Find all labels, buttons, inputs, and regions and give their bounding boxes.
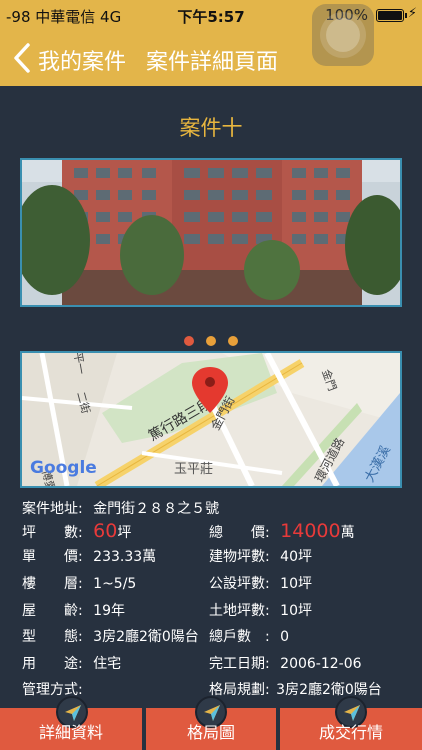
completed-label: 完工日期: [209,656,270,672]
floor-row: 樓 層: 1~5/5 [22,573,136,595]
building-photo[interactable] [22,160,400,305]
type-value: 3房2廳2衛0陽台 [93,629,199,645]
building-ping-label: 建物坪數: [209,549,270,565]
frame-corner-icon [387,473,400,486]
ping-label: 坪 數: [22,525,83,541]
assistive-touch-button[interactable] [312,4,374,66]
frame-corner-icon [22,353,35,366]
frame-corner-icon [387,160,400,173]
frame-corner-icon [22,473,35,486]
ping-value: 60 [93,520,118,542]
total-price-label: 總 價: [209,525,270,541]
building-ping-value: 40坪 [280,549,312,565]
unit-price-label: 單 價: [22,549,83,565]
tab-details[interactable]: 詳細資料 [0,696,142,750]
public-ping-label: 公設坪數: [209,576,270,592]
households-value: 0 [280,629,290,645]
back-button[interactable]: 我的案件 [38,44,126,76]
unit-price-row: 單 價: 233.33萬 [22,546,156,568]
completed-value: 2006-12-06 [280,656,362,672]
total-price-value: 14000 [280,520,341,542]
location-map[interactable]: 篤行路三段 金門街 環河道路 大漢溪 博愛 二街 金門 平一 玉平莊 Googl… [20,351,402,488]
frame-corner-icon [22,292,35,305]
type-row: 型 態: 3房2廳2衛0陽台 [22,626,199,648]
frame-corner-icon [387,353,400,366]
households-label: 總戶數 : [209,629,270,645]
type-label: 型 態: [22,629,83,645]
tab-floor-plan[interactable]: 格局圖 [146,696,276,750]
age-row: 屋 齡: 19年 [22,600,125,622]
usage-value: 住宅 [93,656,122,672]
page-indicator [0,336,422,348]
tab-details-label: 詳細資料 [38,723,103,742]
ping-unit: 坪 [117,525,132,541]
frame-corner-icon [22,160,35,173]
building-ping-row: 建物坪數: 40坪 [209,546,312,568]
map-view[interactable]: 篤行路三段 金門街 環河道路 大漢溪 博愛 二街 金門 平一 玉平莊 Googl… [22,353,400,486]
age-label: 屋 齡: [22,603,83,619]
address-value: 金門街２８８之５號 [93,501,220,517]
land-ping-label: 土地坪數: [209,603,270,619]
charging-icon: ⚡ [407,6,417,21]
usage-row: 用 途: 住宅 [22,653,121,675]
total-price-row: 總 價: 14000萬 [209,520,355,542]
tab-transactions[interactable]: 成交行情 [280,696,422,750]
google-logo: Google [30,458,97,478]
unit-price-value: 233.33萬 [93,549,157,565]
tab-floor-plan-label: 格局圖 [186,723,235,742]
back-chevron-icon[interactable] [12,42,32,74]
floor-label: 樓 層: [22,576,83,592]
layout-plan-value: 3房2廳2衛0陽台 [276,682,382,698]
usage-label: 用 途: [22,656,83,672]
battery-icon [376,9,407,22]
page-dot[interactable] [228,336,238,346]
households-row: 總戶數 : 0 [209,626,289,648]
tab-transactions-label: 成交行情 [318,723,383,742]
total-price-unit: 萬 [340,525,355,541]
ping-row: 坪 數: 60坪 [22,520,131,542]
age-value: 19年 [93,603,125,619]
photo-carousel[interactable] [20,158,402,307]
layout-plan-label: 格局規劃: [209,682,270,698]
public-ping-row: 公設坪數: 10坪 [209,573,312,595]
bottom-tab-bar: 詳細資料 格局圖 成交行情 [0,696,422,750]
land-ping-row: 土地坪數: 10坪 [209,600,312,622]
public-ping-value: 10坪 [280,576,312,592]
land-ping-value: 10坪 [280,603,312,619]
completed-row: 完工日期: 2006-12-06 [209,653,362,675]
page-title: 案件詳細頁面 [146,50,279,75]
page-dot-active[interactable] [184,336,194,346]
frame-corner-icon [387,292,400,305]
case-name: 案件十 [179,116,243,140]
floor-value: 1~5/5 [93,576,137,592]
page-dot[interactable] [206,336,216,346]
address-row: 案件地址: 金門街２８８之５號 [22,498,219,520]
address-label: 案件地址: [22,501,83,517]
map-place-label: 玉平莊 [174,462,213,477]
